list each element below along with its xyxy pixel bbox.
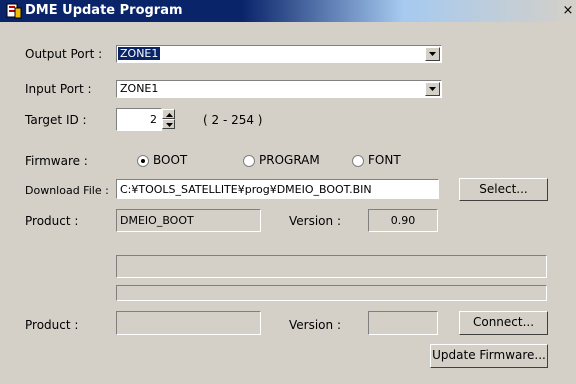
window-title: DME Update Program bbox=[25, 3, 183, 18]
chevron-down-icon bbox=[429, 52, 436, 56]
target-id-value: 2 bbox=[150, 113, 157, 126]
firmware-boot-radio[interactable] bbox=[137, 155, 149, 167]
chevron-down-icon bbox=[429, 87, 436, 91]
product-file-field: DMEIO_BOOT bbox=[116, 209, 261, 232]
firmware-boot-label[interactable]: BOOT bbox=[153, 153, 187, 167]
spin-up-button[interactable] bbox=[162, 109, 175, 119]
download-file-input[interactable]: C:¥TOOLS_SATELLITE¥prog¥DMEIO_BOOT.BIN bbox=[116, 179, 439, 199]
close-icon[interactable]: × bbox=[561, 3, 575, 19]
version-file-value: 0.90 bbox=[390, 214, 416, 227]
arrow-up-icon bbox=[166, 113, 173, 117]
target-id-spinner[interactable] bbox=[162, 109, 175, 130]
output-port-label: Output Port : bbox=[25, 47, 103, 61]
version-device-field bbox=[368, 311, 438, 335]
product-file-value: DMEIO_BOOT bbox=[120, 214, 194, 227]
input-port-dropdown-button[interactable] bbox=[425, 82, 440, 96]
version-file-field: 0.90 bbox=[368, 209, 438, 232]
version-file-label: Version : bbox=[289, 214, 341, 228]
output-port-value: ZONE1 bbox=[118, 47, 161, 60]
connect-button[interactable]: Connect... bbox=[459, 311, 548, 335]
progress-bar-primary bbox=[116, 255, 547, 278]
update-firmware-button-label: Update Firmware... bbox=[432, 348, 546, 362]
spin-down-button[interactable] bbox=[162, 119, 175, 129]
firmware-program-label[interactable]: PROGRAM bbox=[259, 153, 320, 167]
arrow-down-icon bbox=[166, 123, 173, 127]
firmware-font-radio[interactable] bbox=[352, 155, 364, 167]
product-file-label: Product : bbox=[25, 214, 79, 228]
firmware-program-radio[interactable] bbox=[243, 155, 255, 167]
dme-update-window: DME Update Program × Output Port : ZONE1… bbox=[0, 0, 576, 384]
connect-button-label: Connect... bbox=[472, 315, 535, 329]
input-port-select[interactable]: ZONE1 bbox=[116, 80, 442, 98]
output-port-dropdown-button[interactable] bbox=[425, 47, 440, 61]
download-file-value: C:¥TOOLS_SATELLITE¥prog¥DMEIO_BOOT.BIN bbox=[120, 183, 372, 196]
select-button-label: Select... bbox=[479, 182, 528, 196]
title-bar: DME Update Program × bbox=[0, 0, 576, 22]
target-id-input[interactable]: 2 bbox=[116, 108, 162, 131]
target-id-label: Target ID : bbox=[25, 113, 87, 127]
firmware-label: Firmware : bbox=[25, 154, 88, 168]
product-device-label: Product : bbox=[25, 318, 79, 332]
select-button[interactable]: Select... bbox=[459, 178, 548, 201]
app-icon bbox=[6, 3, 22, 19]
download-file-label: Download File : bbox=[25, 184, 109, 197]
update-firmware-button[interactable]: Update Firmware... bbox=[430, 344, 548, 368]
output-port-select[interactable]: ZONE1 bbox=[116, 45, 442, 63]
progress-bar-secondary bbox=[116, 285, 547, 301]
product-device-field bbox=[116, 311, 261, 335]
firmware-font-label[interactable]: FONT bbox=[368, 153, 401, 167]
input-port-value: ZONE1 bbox=[120, 82, 159, 95]
version-device-label: Version : bbox=[289, 318, 341, 332]
input-port-label: Input Port : bbox=[25, 82, 92, 96]
target-id-range: ( 2 - 254 ) bbox=[203, 113, 263, 127]
